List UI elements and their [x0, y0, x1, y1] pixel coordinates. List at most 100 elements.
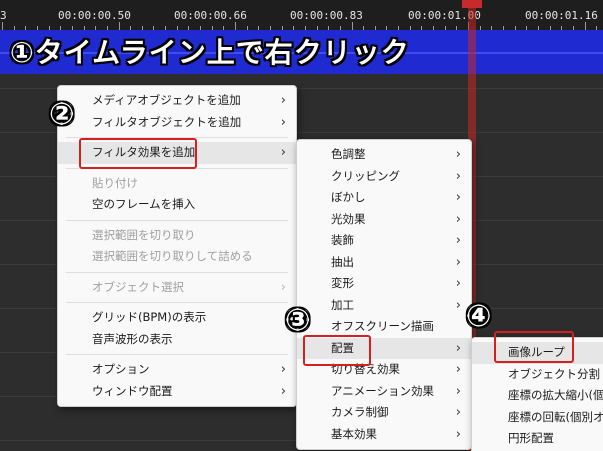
ruler-minor-tick: [2, 22, 3, 30]
chevron-right-icon: ›: [455, 362, 461, 377]
submenu-item-camera-control[interactable]: カメラ制御 ›: [297, 402, 471, 424]
menu-separator: [66, 219, 288, 221]
menu-item-label: 空のフレームを挿入: [92, 197, 196, 211]
menu-item-label: 装飾: [331, 233, 354, 247]
step-number-4: ④: [466, 299, 492, 334]
menu-item-label: オブジェクト分割: [508, 366, 600, 381]
menu-item-add-filter-object[interactable]: フィルタオブジェクトを追加 ›: [58, 112, 296, 134]
ruler-minor-tick: [235, 22, 236, 30]
step-number-3: ③: [285, 303, 311, 338]
chevron-right-icon: ›: [280, 93, 286, 108]
ruler-minor-tick: [351, 22, 353, 30]
menu-item-label: オプション: [92, 362, 150, 376]
submenu-item-transition[interactable]: 切り替え効果 ›: [297, 359, 471, 381]
menu-item-label: 基本効果: [331, 426, 377, 441]
menu-item-label: 切り替え効果: [331, 362, 400, 376]
chevron-right-icon: ›: [280, 114, 286, 130]
submenu-item-light-effect[interactable]: 光効果 ›: [297, 209, 471, 231]
chevron-right-icon: ›: [455, 233, 461, 248]
menu-item-cut-selection[interactable]: 選択範囲を切り取り: [58, 225, 296, 247]
menu-item-options[interactable]: オプション ›: [58, 359, 296, 381]
menu-item-label: 色調整: [331, 147, 366, 161]
menu-item-label: 光効果: [331, 211, 366, 226]
menu-item-label: 座標の拡大縮小(個: [508, 388, 603, 402]
chevron-right-icon: ›: [455, 211, 461, 227]
chevron-right-icon: ›: [455, 147, 461, 162]
menu-item-show-waveform[interactable]: 音声波形の表示: [58, 329, 296, 351]
chevron-right-icon: ›: [280, 362, 286, 377]
ruler-tick: 3: [0, 9, 7, 22]
menu-item-add-filter-effect[interactable]: フィルタ効果を追加 ›: [58, 142, 296, 164]
submenu-item-extract[interactable]: 抽出 ›: [297, 252, 471, 274]
submenu-item-coordinate-rotate[interactable]: 座標の回転(個別オ: [472, 407, 603, 429]
menu-item-label: 貼り付け: [92, 175, 138, 190]
ruler-tick: 00:00:00.83: [290, 9, 363, 22]
menu-item-select-object[interactable]: オブジェクト選択 ›: [58, 277, 296, 299]
chevron-right-icon: ›: [455, 190, 461, 205]
menu-separator: [66, 137, 288, 138]
submenu-item-blur[interactable]: ぼかし ›: [297, 187, 471, 209]
menu-item-label: オフスクリーン描画: [331, 319, 434, 333]
submenu-item-clipping[interactable]: クリッピング ›: [297, 166, 471, 188]
chevron-right-icon: ›: [280, 145, 286, 160]
chevron-right-icon: ›: [455, 297, 461, 313]
chevron-right-icon: ›: [455, 426, 461, 442]
menu-item-insert-empty-frame[interactable]: 空のフレームを挿入: [58, 194, 296, 216]
menu-item-add-media-object[interactable]: メディアオブジェクトを追加 ›: [58, 90, 296, 112]
submenu-item-color-correction[interactable]: 色調整 ›: [297, 144, 471, 166]
timeline-ruler[interactable]: 3 00:00:00.50 00:00:00.66 00:00:00.83 00…: [0, 0, 603, 30]
chevron-right-icon: ›: [280, 279, 286, 295]
menu-item-label: オブジェクト選択: [92, 279, 184, 294]
menu-item-label: グリッド(BPM)の表示: [92, 310, 207, 324]
submenu-item-object-split[interactable]: オブジェクト分割: [472, 364, 603, 386]
chevron-right-icon: ›: [455, 254, 461, 270]
submenu-item-offscreen-draw[interactable]: オフスクリーン描画: [297, 316, 471, 338]
menu-separator: [66, 167, 288, 169]
submenu-item-basic-effect[interactable]: 基本効果 ›: [297, 424, 471, 446]
ruler-tick: 00:00:01.16: [525, 9, 598, 22]
submenu-item-image-loop[interactable]: 画像ループ: [472, 342, 603, 364]
submenu-item-circular-arrange[interactable]: 円形配置: [472, 428, 603, 450]
submenu-item-process[interactable]: 加工 ›: [297, 295, 471, 317]
menu-item-label: クリッピング: [331, 168, 400, 183]
menu-separator: [66, 302, 288, 303]
menu-item-label: ぼかし: [331, 190, 366, 204]
menu-item-label: カメラ制御: [331, 405, 389, 419]
chevron-right-icon: ›: [455, 276, 461, 291]
submenu-item-transform[interactable]: 変形 ›: [297, 273, 471, 295]
submenu-item-decoration[interactable]: 装飾 ›: [297, 230, 471, 252]
menu-item-label: 座標の回転(個別オ: [508, 409, 603, 424]
menu-item-label: 音声波形の表示: [92, 331, 173, 346]
submenu-item-arrange[interactable]: 配置 ›: [297, 337, 471, 359]
chevron-right-icon: ›: [455, 405, 461, 420]
chevron-right-icon: ›: [455, 383, 461, 399]
menu-item-paste[interactable]: 貼り付け: [58, 173, 296, 195]
menu-item-label: 変形: [331, 276, 354, 290]
ruler-tick: 00:00:00.66: [174, 9, 247, 22]
menu-separator: [66, 354, 288, 355]
chevron-right-icon: ›: [280, 383, 286, 399]
submenu-item-coordinate-scale[interactable]: 座標の拡大縮小(個: [472, 385, 603, 407]
timeline-context-menu: メディアオブジェクトを追加 › フィルタオブジェクトを追加 › フィルタ効果を追加 ›…: [57, 85, 297, 407]
menu-item-window-layout[interactable]: ウィンドウ配置 ›: [58, 381, 296, 403]
chevron-right-icon: ›: [455, 340, 461, 356]
ruler-tick: 00:00:00.50: [58, 9, 131, 22]
menu-item-label: 画像ループ: [508, 345, 565, 359]
menu-item-label: フィルタ効果を追加: [92, 145, 196, 159]
chevron-right-icon: ›: [455, 168, 461, 184]
menu-item-label: フィルタオブジェクトを追加: [92, 114, 242, 129]
menu-item-label: アニメーション効果: [331, 383, 435, 398]
playhead-handle[interactable]: [462, 0, 482, 8]
menu-item-label: 抽出: [331, 254, 354, 269]
instruction-title: ①タイムライン上で右クリック: [10, 36, 410, 69]
submenu-item-animation-effect[interactable]: アニメーション効果 ›: [297, 381, 471, 403]
menu-item-label: 加工: [331, 297, 354, 312]
menu-item-label: 選択範囲を切り取りして詰める: [92, 249, 253, 263]
menu-item-cut-selection-ripple[interactable]: 選択範囲を切り取りして詰める: [58, 246, 296, 268]
ruler-minor-tick: [118, 22, 120, 30]
filter-effect-submenu: 色調整 › クリッピング › ぼかし › 光効果 › 装飾 › 抽出 › 変形 › 加工 › オ…: [296, 139, 472, 450]
menu-item-label: 配置: [331, 340, 354, 355]
menu-separator: [66, 271, 288, 273]
menu-item-label: ウィンドウ配置: [92, 383, 173, 398]
menu-item-show-grid-bpm[interactable]: グリッド(BPM)の表示: [58, 307, 296, 329]
